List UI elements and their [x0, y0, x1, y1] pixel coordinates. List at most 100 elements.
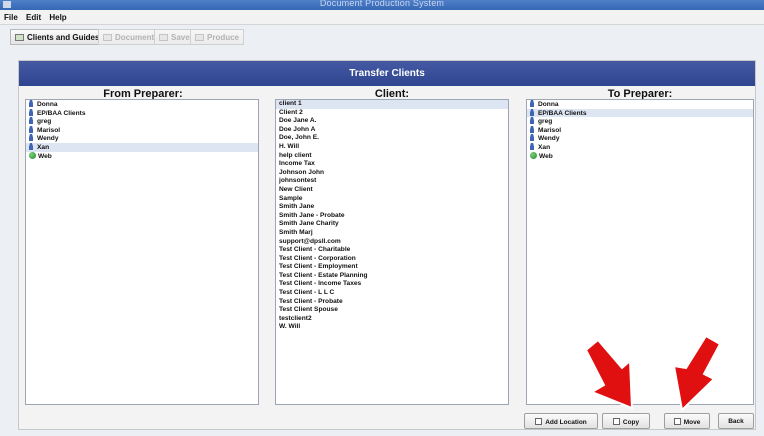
documents-label: Documents: [115, 33, 159, 42]
to-preparer-item[interactable]: greg: [527, 117, 753, 126]
window-titlebar: Document Production System: [0, 0, 764, 10]
clients-icon: [15, 34, 24, 41]
add-location-label: Add Location: [545, 419, 587, 426]
toolbar: Clients and Guides Documents Save Produc…: [10, 27, 754, 47]
client-item[interactable]: testclient2: [276, 315, 508, 324]
preparer-name: EP/BAA Clients: [538, 109, 587, 117]
preparer-name: Wendy: [538, 135, 560, 143]
documents-icon: [103, 34, 112, 41]
globe-icon: [29, 151, 36, 159]
client-item[interactable]: Smith Jane: [276, 203, 508, 212]
from-preparer-list[interactable]: Donna EP/BAA Clients greg Marisol Wendy Xan We…: [25, 99, 259, 405]
copy-pointer-arrow-icon: [584, 338, 634, 410]
produce-label: Produce: [207, 33, 240, 42]
client-item[interactable]: Test Client - Income Taxes: [276, 280, 508, 289]
from-preparer-item[interactable]: Web: [26, 151, 258, 161]
to-preparer-item[interactable]: Web: [527, 151, 753, 161]
client-item[interactable]: Client 2: [276, 109, 508, 118]
client-item[interactable]: client 1: [276, 100, 508, 109]
person-icon: [530, 142, 534, 150]
person-icon: [29, 125, 33, 133]
from-preparer-item[interactable]: EP/BAA Clients: [26, 108, 258, 118]
client-item[interactable]: New Client: [276, 186, 508, 195]
menu-help[interactable]: Help: [49, 13, 66, 22]
preparer-name: Web: [38, 152, 52, 160]
preparer-name: Donna: [37, 101, 58, 108]
person-icon: [530, 117, 534, 125]
client-item[interactable]: Test Client Spouse: [276, 306, 508, 315]
preparer-name: Wendy: [37, 135, 59, 143]
person-icon: [530, 100, 534, 107]
from-preparer-item[interactable]: Marisol: [26, 125, 258, 135]
client-item[interactable]: Test Client - Employment: [276, 263, 508, 272]
client-item[interactable]: support@dpsll.com: [276, 238, 508, 247]
client-item[interactable]: Test Client - L L C: [276, 289, 508, 298]
person-icon: [29, 117, 33, 125]
client-item[interactable]: W. Will: [276, 323, 508, 332]
from-preparer-item[interactable]: Donna: [26, 100, 258, 109]
save-icon: [159, 34, 168, 41]
client-item[interactable]: Smith Marj: [276, 229, 508, 238]
panel-title: Transfer Clients: [19, 61, 755, 86]
client-item[interactable]: Doe, John E.: [276, 134, 508, 143]
to-preparer-item[interactable]: Donna: [527, 100, 753, 109]
save-label: Save: [171, 33, 190, 42]
from-preparer-item[interactable]: Wendy: [26, 134, 258, 143]
menu-file[interactable]: File: [4, 13, 18, 22]
client-item[interactable]: Sample: [276, 195, 508, 204]
menu-edit[interactable]: Edit: [26, 13, 41, 22]
client-item[interactable]: Johnson John: [276, 169, 508, 178]
person-icon: [530, 134, 534, 142]
preparer-name: Xan: [37, 143, 50, 151]
preparer-name: Marisol: [538, 126, 562, 134]
person-icon: [29, 142, 33, 150]
person-icon: [29, 100, 33, 107]
back-button[interactable]: Back: [718, 413, 754, 429]
preparer-name: Xan: [538, 143, 551, 151]
globe-icon: [530, 151, 537, 159]
client-item[interactable]: Doe John A: [276, 126, 508, 135]
transfer-clients-panel: Transfer Clients From Preparer: Client: …: [18, 60, 756, 430]
person-icon: [530, 125, 534, 133]
copy-label: Copy: [622, 419, 640, 426]
to-preparer-item[interactable]: Marisol: [527, 125, 753, 135]
move-pointer-arrow-icon: [672, 334, 722, 413]
client-item[interactable]: Smith Jane Charity: [276, 220, 508, 229]
client-item[interactable]: Test Client - Corporation: [276, 255, 508, 264]
move-icon: [673, 418, 681, 425]
copy-icon: [612, 418, 620, 425]
back-label: Back: [728, 418, 744, 425]
produce-button[interactable]: Produce: [190, 29, 245, 45]
preparer-name: greg: [37, 118, 52, 126]
client-item[interactable]: Income Tax: [276, 160, 508, 169]
person-icon: [29, 108, 33, 116]
client-item[interactable]: Doe Jane A.: [276, 117, 508, 126]
client-list[interactable]: client 1 Client 2 Doe Jane A. Doe John A Doe…: [275, 99, 509, 405]
window-title: Document Production System: [319, 0, 445, 8]
preparer-name: greg: [538, 118, 553, 126]
save-button[interactable]: Save: [154, 29, 195, 45]
client-item[interactable]: Smith Jane - Probate: [276, 212, 508, 221]
person-icon: [29, 134, 33, 142]
menu-bar: File Edit Help: [0, 10, 764, 25]
client-item[interactable]: Test Client - Charitable: [276, 246, 508, 255]
clients-and-guides-label: Clients and Guides: [27, 33, 100, 42]
move-label: Move: [683, 419, 701, 426]
client-item[interactable]: H. Will: [276, 143, 508, 152]
client-item[interactable]: Test Client - Probate: [276, 298, 508, 307]
produce-icon: [195, 34, 204, 41]
from-preparer-item[interactable]: greg: [26, 117, 258, 126]
to-preparer-item[interactable]: Wendy: [527, 134, 753, 143]
clients-and-guides-button[interactable]: Clients and Guides: [10, 29, 105, 45]
add-location-icon: [535, 418, 543, 425]
to-preparer-item[interactable]: Xan: [527, 142, 753, 152]
client-item[interactable]: Test Client - Estate Planning: [276, 272, 508, 281]
preparer-name: Web: [539, 152, 553, 160]
client-item[interactable]: johnsontest: [276, 177, 508, 186]
from-preparer-item[interactable]: Xan: [26, 142, 258, 152]
client-item[interactable]: help client: [276, 152, 508, 161]
to-preparer-item[interactable]: EP/BAA Clients: [527, 108, 753, 118]
person-icon: [530, 108, 534, 116]
preparer-name: Marisol: [37, 126, 61, 134]
preparer-name: Donna: [538, 101, 559, 108]
